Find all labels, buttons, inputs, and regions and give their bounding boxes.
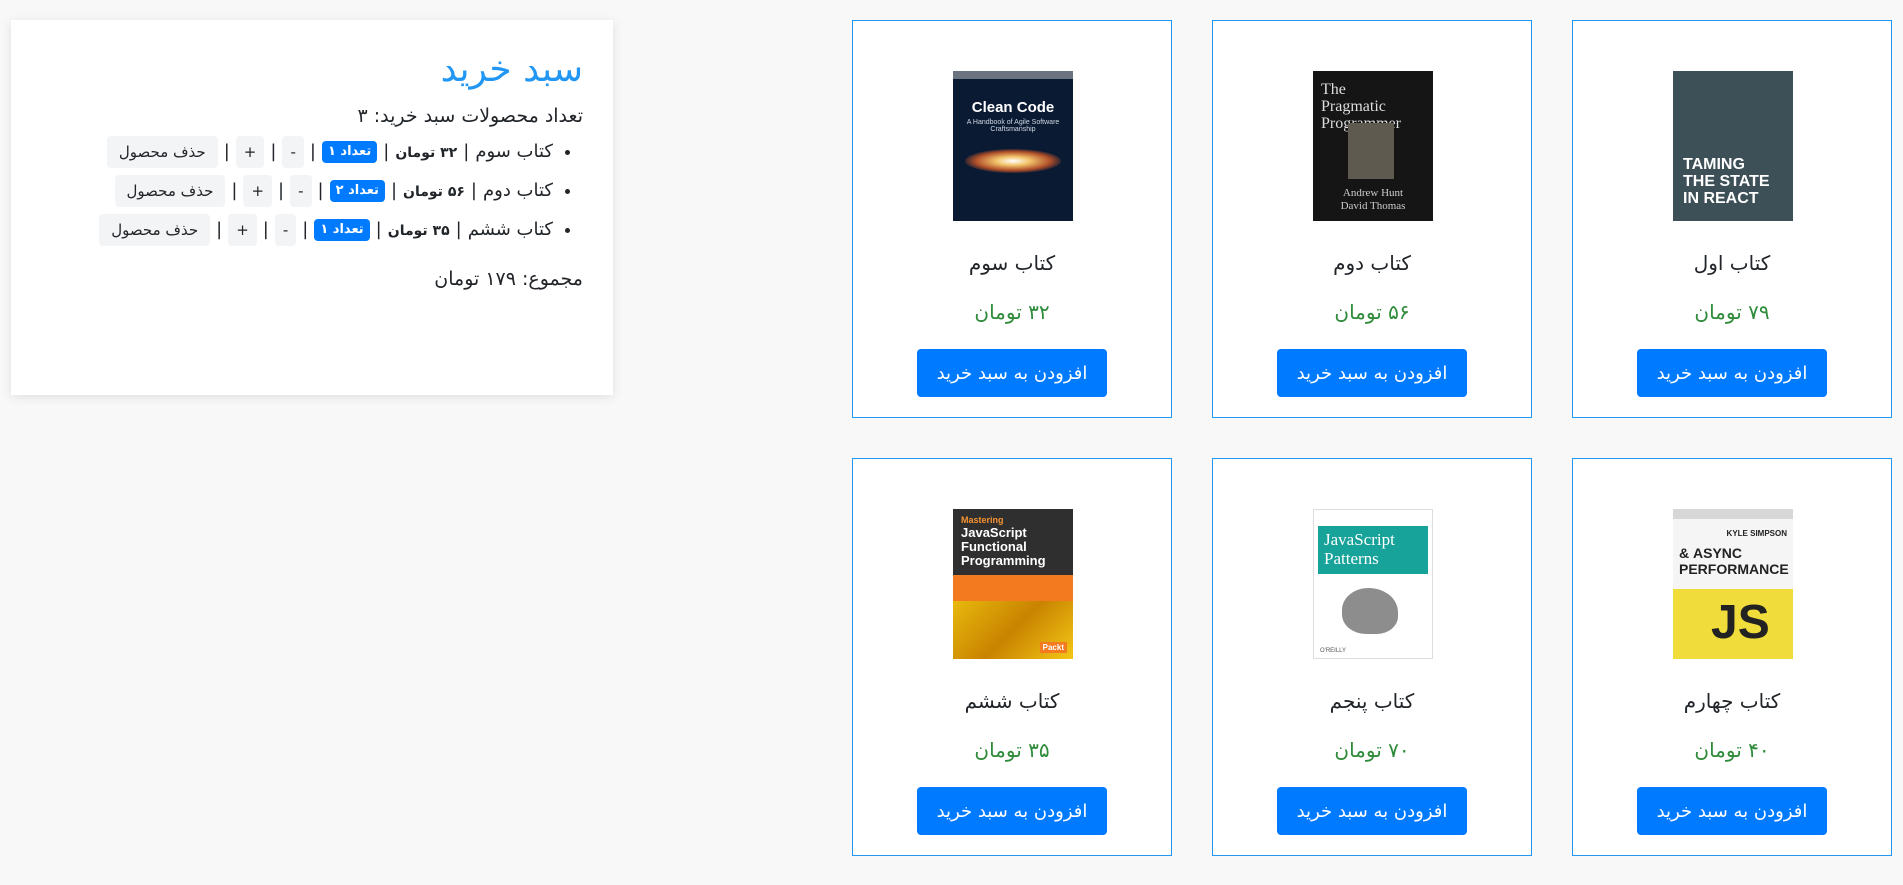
- cover-author: KYLE SIMPSON: [1726, 529, 1787, 538]
- cover-title: JavaScript Functional Programming: [961, 525, 1046, 568]
- separator: |: [375, 219, 382, 241]
- separator: |: [262, 219, 269, 241]
- separator: |: [216, 219, 223, 241]
- shopping-cart-panel: سبد خرید تعداد محصولات سبد خرید: ۳ کتاب …: [11, 20, 613, 395]
- product-title: کتاب دوم: [1333, 251, 1411, 275]
- product-title: کتاب پنجم: [1329, 689, 1415, 713]
- book-cover-image: Clean Code A Handbook of Agile Software …: [953, 71, 1073, 221]
- separator: |: [302, 219, 309, 241]
- remove-item-button[interactable]: حذف محصول: [114, 175, 226, 208]
- separator: |: [317, 180, 324, 202]
- cart-item-count: تعداد محصولات سبد خرید: ۳: [357, 105, 583, 128]
- add-to-cart-button[interactable]: افزودن به سبد خرید: [1637, 787, 1827, 835]
- product-title: کتاب سوم: [968, 251, 1056, 275]
- separator: |: [383, 141, 390, 163]
- separator: |: [231, 180, 238, 202]
- cover-subtitle: A Handbook of Agile Software Craftsmansh…: [966, 119, 1060, 133]
- book-cover-image: TAMING THE STATE IN REACT: [1673, 71, 1793, 221]
- increase-quantity-button[interactable]: +: [235, 136, 265, 169]
- book-cover-image: KYLE SIMPSON ASYNC & PERFORMANCE JS: [1673, 509, 1793, 659]
- add-to-cart-button[interactable]: افزودن به سبد خرید: [1277, 787, 1467, 835]
- cart-item-price: ۵۶ تومان: [403, 184, 465, 201]
- cover-title: ASYNC & PERFORMANCE: [1679, 545, 1789, 577]
- book-cover-image: The Pragmatic Programmer Andrew Hunt Dav…: [1313, 71, 1433, 221]
- product-card: JavaScript Patterns O'REILLY کتاب پنجم ۷…: [1212, 458, 1532, 856]
- product-card: Mastering JavaScript Functional Programm…: [852, 458, 1172, 856]
- separator: |: [470, 180, 477, 202]
- cart-total: مجموع: ۱۷۹ تومان: [434, 268, 583, 291]
- product-title: کتاب ششم: [964, 689, 1060, 713]
- separator: |: [390, 180, 398, 202]
- add-to-cart-button[interactable]: افزودن به سبد خرید: [917, 349, 1107, 397]
- bird-illustration: [1342, 588, 1398, 634]
- cart-item-name: کتاب دوم: [482, 180, 553, 202]
- cover-publisher: Packt: [1039, 642, 1067, 653]
- cart-item-price: ۳۵ تومان: [387, 223, 450, 240]
- remove-item-button[interactable]: حذف محصول: [106, 136, 218, 169]
- separator: |: [463, 141, 470, 163]
- book-cover-image: JavaScript Patterns O'REILLY: [1313, 509, 1433, 659]
- add-to-cart-button[interactable]: افزودن به سبد خرید: [1277, 349, 1467, 397]
- cart-item-name: کتاب سوم: [475, 141, 553, 163]
- product-price: ۷۹ تومان: [1694, 300, 1770, 324]
- product-title: کتاب اول: [1693, 251, 1771, 275]
- cover-title: JavaScript Patterns: [1324, 530, 1395, 568]
- product-title: کتاب چهارم: [1683, 689, 1781, 713]
- quantity-badge: تعداد ۲: [329, 180, 385, 203]
- product-card: TAMING THE STATE IN REACT کتاب اول ۷۹ تو…: [1572, 20, 1892, 418]
- add-to-cart-button[interactable]: افزودن به سبد خرید: [917, 787, 1107, 835]
- product-price: ۵۶ تومان: [1334, 300, 1410, 324]
- cover-js-logo: JS: [1673, 589, 1793, 659]
- add-to-cart-button[interactable]: افزودن به سبد خرید: [1637, 349, 1827, 397]
- separator: |: [270, 141, 277, 163]
- product-price: ۳۲ تومان: [974, 300, 1050, 324]
- separator: |: [455, 219, 462, 241]
- decrease-quantity-button[interactable]: -: [290, 175, 312, 208]
- product-price: ۳۵ تومان: [974, 738, 1050, 762]
- cover-publisher: O'REILLY: [1320, 648, 1347, 654]
- separator: |: [278, 180, 285, 202]
- quantity-badge: تعداد ۱: [321, 141, 378, 164]
- remove-item-button[interactable]: حذف محصول: [99, 214, 211, 247]
- cover-authors: Andrew Hunt David Thomas: [1340, 187, 1406, 212]
- cover-title: TAMING THE STATE IN REACT: [1683, 156, 1770, 207]
- book-cover-image: Mastering JavaScript Functional Programm…: [953, 509, 1073, 659]
- decrease-quantity-button[interactable]: -: [274, 214, 297, 247]
- cover-tag: Mastering: [961, 515, 1004, 525]
- quantity-badge: تعداد ۱: [314, 219, 370, 242]
- cart-item: کتاب دوم|۵۶ تومان|تعداد ۲|-|+|حذف محصول: [41, 172, 553, 211]
- product-price: ۴۰ تومان: [1694, 738, 1770, 762]
- separator: |: [223, 141, 230, 163]
- product-card: Clean Code A Handbook of Agile Software …: [852, 20, 1172, 418]
- cover-illustration: [1348, 123, 1394, 179]
- cart-items-list: کتاب سوم|۳۲ تومان|تعداد ۱|-|+|حذف محصول …: [41, 133, 583, 250]
- increase-quantity-button[interactable]: +: [228, 214, 257, 247]
- cart-item: کتاب ششم|۳۵ تومان|تعداد ۱|-|+|حذف محصول: [41, 211, 553, 250]
- product-price: ۷۰ تومان: [1334, 738, 1410, 762]
- product-card: KYLE SIMPSON ASYNC & PERFORMANCE JS کتاب…: [1572, 458, 1892, 856]
- increase-quantity-button[interactable]: +: [243, 175, 273, 208]
- cart-title: سبد خرید: [440, 49, 583, 90]
- cart-item-name: کتاب ششم: [467, 219, 553, 241]
- cover-galaxy: [965, 149, 1061, 173]
- separator: |: [309, 141, 316, 163]
- cart-item: کتاب سوم|۳۲ تومان|تعداد ۱|-|+|حذف محصول: [41, 133, 553, 172]
- decrease-quantity-button[interactable]: -: [282, 136, 304, 169]
- product-card: The Pragmatic Programmer Andrew Hunt Dav…: [1212, 20, 1532, 418]
- cart-item-price: ۳۲ تومان: [395, 145, 458, 162]
- cover-title: Clean Code: [971, 99, 1055, 116]
